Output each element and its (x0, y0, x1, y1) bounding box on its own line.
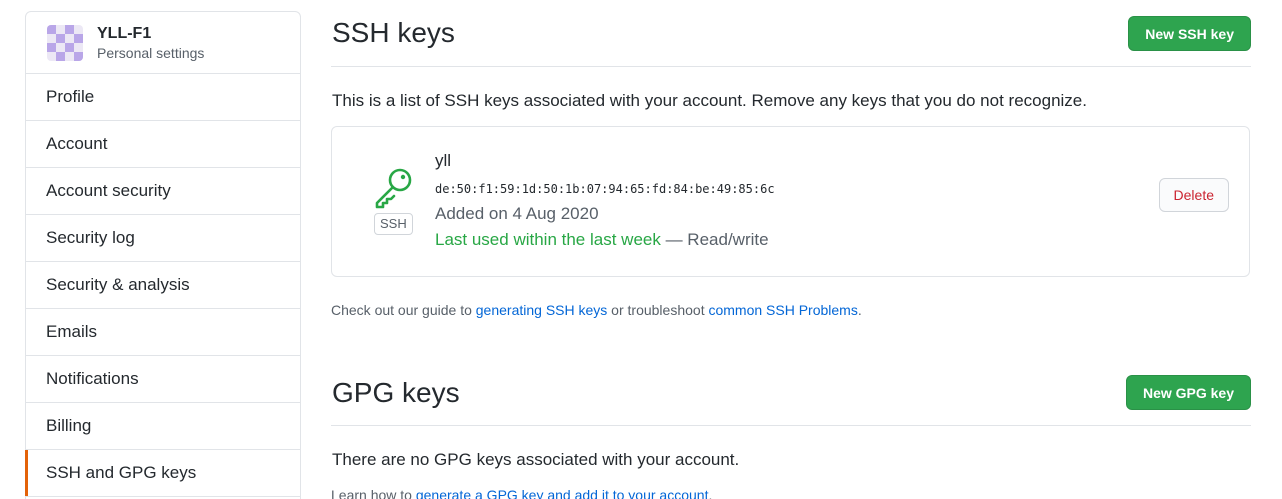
learn-prefix: Learn how to (331, 487, 416, 499)
generating-ssh-keys-link[interactable]: generating SSH keys (476, 302, 608, 318)
gpg-section-header: GPG keys New GPG key (331, 358, 1251, 426)
sidebar-item-billing[interactable]: Billing (26, 403, 300, 450)
ssh-keys-title: SSH keys (332, 17, 455, 48)
sidebar-item-ssh-gpg-keys[interactable]: SSH and GPG keys (25, 450, 300, 497)
sidebar-item-account[interactable]: Account (26, 121, 300, 168)
guide-prefix: Check out our guide to (331, 302, 476, 318)
sidebar-item-security-analysis[interactable]: Security & analysis (26, 262, 300, 309)
ssh-key-usage: Last used within the last week — Read/wr… (435, 230, 769, 250)
sidebar-user-info: YLL-F1 Personal settings (97, 24, 204, 62)
sidebar-item-security-log[interactable]: Security log (26, 215, 300, 262)
generate-gpg-key-link[interactable]: generate a GPG key and add it to your ac… (416, 487, 709, 499)
delete-ssh-key-button[interactable]: Delete (1158, 178, 1229, 212)
username[interactable]: YLL-F1 (97, 24, 204, 44)
settings-sidebar: YLL-F1 Personal settings Profile Account… (25, 11, 301, 499)
ssh-section-header: SSH keys New SSH key (331, 0, 1251, 67)
common-ssh-problems-link[interactable]: common SSH Problems (708, 302, 857, 318)
guide-middle: or troubleshoot (607, 302, 709, 318)
ssh-key-last-used: Last used within the last week (435, 230, 661, 249)
gpg-keys-title: GPG keys (332, 377, 460, 408)
sidebar-item-account-security[interactable]: Account security (26, 168, 300, 215)
ssh-key-access: — Read/write (660, 230, 769, 249)
sidebar-item-emails[interactable]: Emails (26, 309, 300, 356)
personal-settings-label: Personal settings (97, 44, 205, 61)
ssh-key-fingerprint: de:50:f1:59:1d:50:1b:07:94:65:fd:84:be:4… (435, 182, 775, 196)
sidebar-item-notifications[interactable]: Notifications (26, 356, 300, 403)
sidebar-user-header[interactable]: YLL-F1 Personal settings (26, 12, 300, 74)
sidebar-item-profile[interactable]: Profile (26, 74, 300, 121)
ssh-key-entry: SSH yll de:50:f1:59:1d:50:1b:07:94:65:fd… (331, 126, 1250, 277)
key-icon (375, 168, 412, 209)
learn-suffix: . (708, 487, 713, 499)
gpg-learn-text: Learn how to generate a GPG key and add … (331, 487, 712, 499)
ssh-guide-text: Check out our guide to generating SSH ke… (331, 302, 862, 318)
ssh-description: This is a list of SSH keys associated wi… (332, 91, 1087, 110)
gpg-description: There are no GPG keys associated with yo… (332, 450, 740, 469)
new-ssh-key-button[interactable]: New SSH key (1128, 16, 1251, 51)
avatar[interactable] (47, 24, 83, 61)
ssh-type-badge: SSH (374, 213, 413, 235)
ssh-key-name: yll (435, 151, 452, 170)
new-gpg-key-button[interactable]: New GPG key (1125, 375, 1251, 410)
guide-suffix: . (857, 302, 862, 318)
ssh-key-added-date: Added on 4 Aug 2020 (435, 204, 599, 223)
